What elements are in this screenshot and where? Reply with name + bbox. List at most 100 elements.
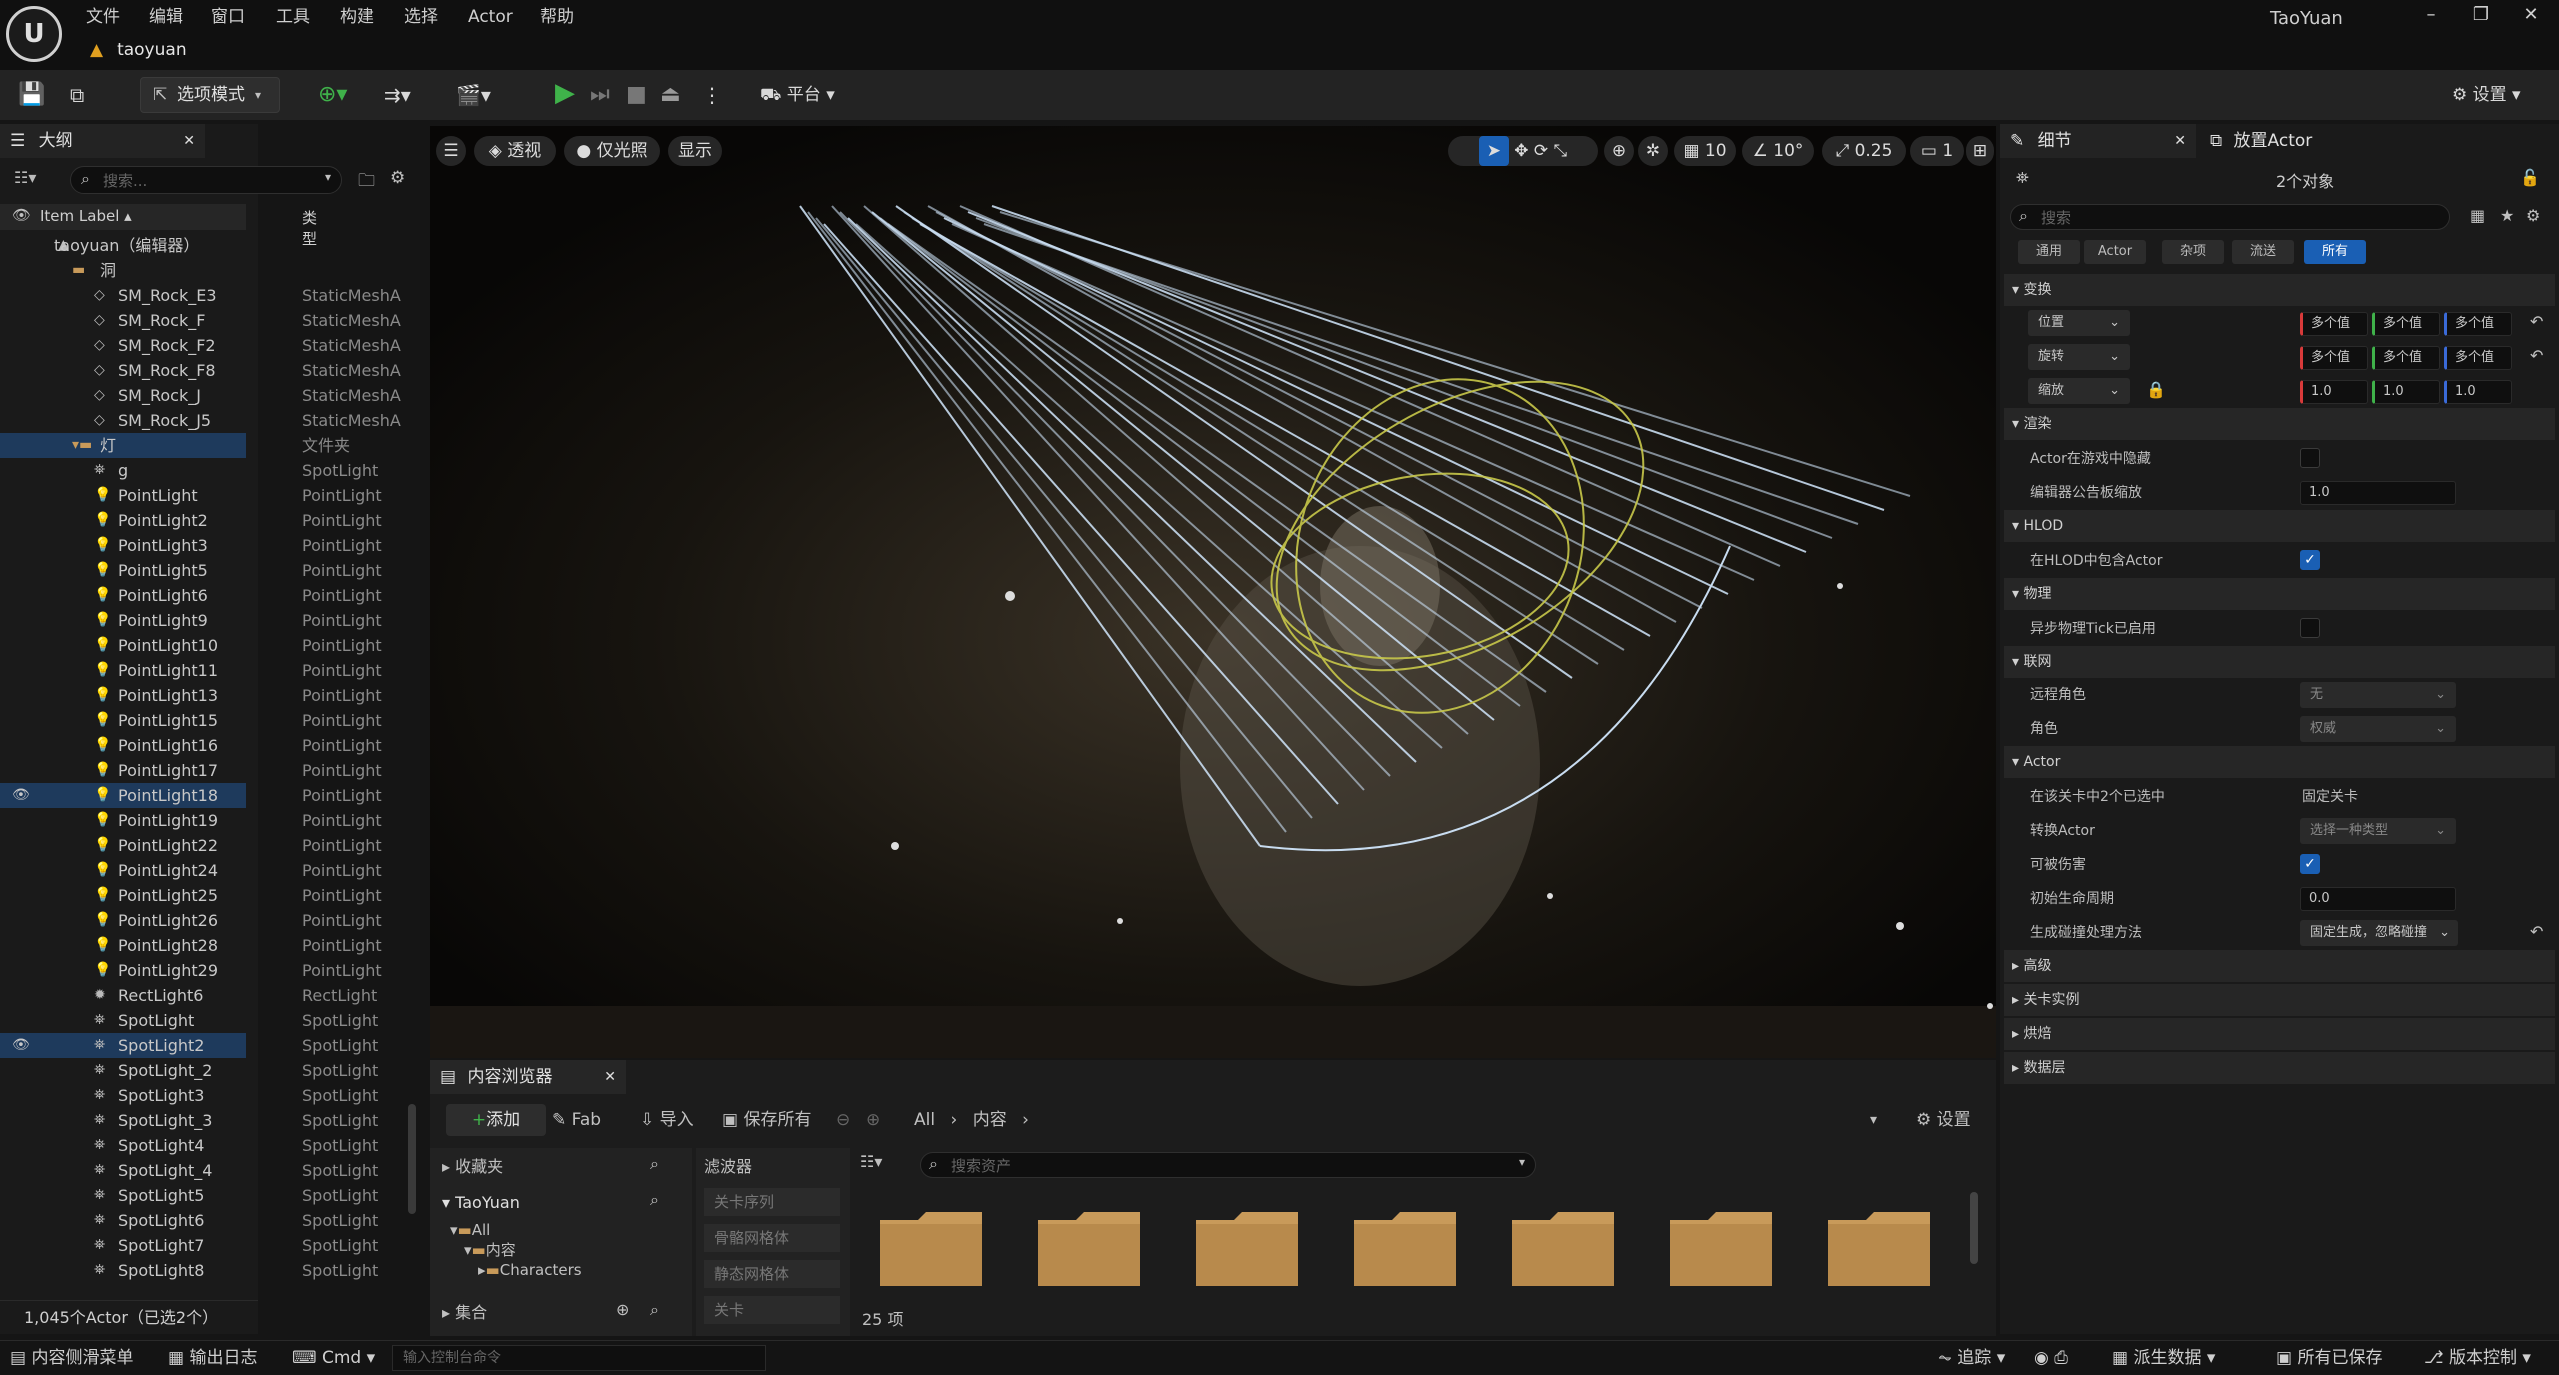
path-dropdown-icon[interactable]: ▾ (1870, 1104, 1877, 1136)
outliner-row[interactable]: 💡 PointLight11 PointLight (0, 658, 382, 683)
outliner-row[interactable]: ⛯ SpotLight4 SpotLight (0, 1133, 378, 1158)
cmd-dropdown[interactable]: ⌨ Cmd ▾ (292, 1341, 375, 1375)
world-local-icon[interactable]: ⊕ (1604, 136, 1634, 166)
menu-select[interactable]: 选择 (404, 2, 438, 32)
outliner-row[interactable]: ⛯ SpotLight SpotLight (0, 1008, 378, 1033)
role-dropdown[interactable]: 权威 ⌄ (2300, 716, 2456, 742)
breadcrumb-all[interactable]: All (914, 1110, 935, 1130)
project-tab[interactable]: ▲ taoyuan (90, 34, 187, 66)
initial-life-span-field[interactable]: 0.0 (2300, 887, 2456, 911)
outliner-row[interactable]: ◇ SM_Rock_E3 StaticMeshA (0, 283, 401, 308)
close-icon[interactable]: ✕ (2506, 0, 2556, 34)
outliner-row[interactable]: ⛯ SpotLight5 SpotLight (0, 1183, 378, 1208)
search-icon[interactable]: ⌕ (650, 1190, 659, 1210)
visibility-eye-icon[interactable]: 👁 (12, 783, 30, 808)
outliner-row[interactable]: ⛯ SpotLight6 SpotLight (0, 1208, 378, 1233)
filter-skeletal-mesh[interactable]: 骨骼网格体 (704, 1224, 840, 1252)
eject-icon[interactable]: ⏏ (660, 78, 681, 112)
gear-icon[interactable]: ⚙ (390, 168, 405, 188)
level-viewport[interactable]: ☰ ◈ 透视 ● 仅光照 显示 ➤ ✥ ⟳ ⤡ ⊕ ✲ ▦ 10 ∠ 10° ⤢… (430, 126, 1996, 1058)
minimize-icon[interactable]: – (2406, 0, 2456, 34)
lock-icon[interactable]: 🔓 (2520, 168, 2540, 187)
search-icon[interactable]: ⌕ (650, 1154, 659, 1174)
close-tab-icon[interactable]: ✕ (604, 1060, 616, 1094)
outliner-row[interactable]: 💡 PointLight15 PointLight (0, 708, 382, 733)
folder-icon[interactable] (1824, 1208, 1934, 1290)
cinematics-icon[interactable]: 🎬▾ (456, 78, 491, 112)
mode-select-dropdown[interactable]: ⇱ 选项模式 ▾ (140, 77, 280, 113)
perspective-button[interactable]: ◈ 透视 (474, 136, 556, 166)
can-be-damaged-checkbox[interactable]: ✓ (2300, 854, 2320, 874)
outliner-row[interactable]: 💡 PointLight9 PointLight (0, 608, 382, 633)
scale-z-field[interactable]: 1.0 (2444, 380, 2512, 404)
spawn-collision-dropdown[interactable]: 固定生成，忽略碰撞 ⌄ (2300, 920, 2458, 946)
outliner-search-input[interactable]: ⌕ 搜索... ▾ (70, 166, 342, 194)
section-rendering[interactable]: ▾ 渲染 (2004, 408, 2555, 440)
outliner-row[interactable]: 💡 PointLight13 PointLight (0, 683, 382, 708)
rotation-dropdown[interactable]: 旋转 ⌄ (2028, 344, 2130, 370)
menu-window[interactable]: 窗口 (211, 2, 245, 32)
table-view-icon[interactable]: ▦ (2470, 206, 2485, 225)
show-button[interactable]: 显示 (668, 136, 722, 166)
outliner-tab[interactable]: ☰ 大纲 ✕ (0, 124, 205, 158)
filter-level[interactable]: 关卡 (704, 1296, 840, 1324)
import-button[interactable]: ⇩ 导入 (640, 1104, 694, 1136)
select-tool-icon[interactable]: ➤ (1478, 136, 1509, 166)
folder-icon[interactable] (1508, 1208, 1618, 1290)
viewport-menu-icon[interactable]: ☰ (436, 136, 466, 166)
lock-icon[interactable]: 🔒 (2146, 380, 2166, 399)
search-icon[interactable]: ⌕ (650, 1300, 659, 1320)
folder-icon[interactable] (1350, 1208, 1460, 1290)
trace-button[interactable]: ⏦ 追踪 ▾ (1938, 1341, 2005, 1375)
folder-icon[interactable] (1034, 1208, 1144, 1290)
folder-icon[interactable] (1666, 1208, 1776, 1290)
outliner-row[interactable]: ✹ RectLight6 RectLight (0, 983, 377, 1008)
assets-scrollbar[interactable] (1970, 1192, 1978, 1264)
scale-snap-button[interactable]: ⤢ 0.25 (1822, 136, 1906, 166)
outliner-row[interactable]: 💡 PointLight26 PointLight (0, 908, 382, 933)
unreal-logo-icon[interactable]: U (6, 6, 62, 62)
outliner-row[interactable]: 👁 💡 PointLight18 PointLight (0, 783, 382, 808)
outliner-row[interactable]: ⛯ SpotLight_3 SpotLight (0, 1108, 378, 1133)
outliner-row[interactable]: ◇ SM_Rock_J5 StaticMeshA (0, 408, 401, 433)
outliner-row[interactable]: 💡 PointLight3 PointLight (0, 533, 382, 558)
rotate-tool-icon[interactable]: ⟳ (1534, 141, 1548, 161)
maximize-icon[interactable]: ❐ (2456, 0, 2506, 34)
outliner-row[interactable]: 💡 PointLight17 PointLight (0, 758, 382, 783)
outliner-row[interactable]: ◇ SM_Rock_F8 StaticMeshA (0, 358, 401, 383)
menu-tools[interactable]: 工具 (276, 2, 310, 32)
save-icon[interactable]: 💾 (18, 78, 45, 112)
section-hlod[interactable]: ▾ HLOD (2004, 510, 2555, 542)
outliner-row[interactable]: ◇ SM_Rock_F2 StaticMeshA (0, 333, 401, 358)
save-all-button[interactable]: ▣ 保存所有 (722, 1104, 811, 1136)
hidden-in-game-checkbox[interactable] (2300, 448, 2320, 468)
col-item-label[interactable]: Item Label ▴ (40, 207, 132, 225)
outliner-row[interactable]: 💡 PointLight10 PointLight (0, 633, 382, 658)
stop-icon[interactable]: ■ (626, 78, 647, 112)
col-type[interactable]: 类型 (302, 207, 317, 249)
visibility-eye-icon[interactable]: 👁 (12, 1033, 30, 1058)
outliner-row[interactable]: ⛯ SpotLight_4 SpotLight (0, 1158, 378, 1183)
location-x-field[interactable]: 多个值 (2300, 312, 2368, 336)
details-filter-3[interactable]: 流送 (2232, 240, 2294, 264)
folder-icon[interactable] (876, 1208, 986, 1290)
menu-file[interactable]: 文件 (86, 2, 120, 32)
details-filter-4[interactable]: 所有 (2304, 240, 2366, 264)
new-folder-icon[interactable]: 🗀 (358, 168, 375, 197)
play-icon[interactable]: ▶ (555, 78, 575, 112)
convert-actor-dropdown[interactable]: 选择一种类型 ⌄ (2300, 818, 2456, 844)
section-physics[interactable]: ▾ 物理 (2004, 578, 2555, 610)
breadcrumb-content[interactable]: 内容 (973, 1110, 1007, 1130)
reset-icon[interactable]: ↶ (2530, 346, 2543, 365)
close-tab-icon[interactable]: ✕ (2174, 124, 2186, 158)
history-back-icon[interactable]: ⊖ (836, 1104, 850, 1136)
outliner-scrollbar[interactable] (408, 1104, 416, 1214)
rotation-y-field[interactable]: 多个值 (2372, 346, 2440, 370)
reset-icon[interactable]: ↶ (2530, 312, 2543, 331)
grid-snap-button[interactable]: ▦ 10 (1674, 136, 1736, 166)
output-log-button[interactable]: ▦ 输出日志 (168, 1341, 257, 1375)
outliner-row[interactable]: 💡 PointLight25 PointLight (0, 883, 382, 908)
cb-settings-button[interactable]: ⚙ 设置 (1916, 1104, 1971, 1136)
surface-snap-icon[interactable]: ✲ (1638, 136, 1668, 166)
asset-search-input[interactable]: ⌕ 搜索资产 ▾ (920, 1152, 1536, 1178)
